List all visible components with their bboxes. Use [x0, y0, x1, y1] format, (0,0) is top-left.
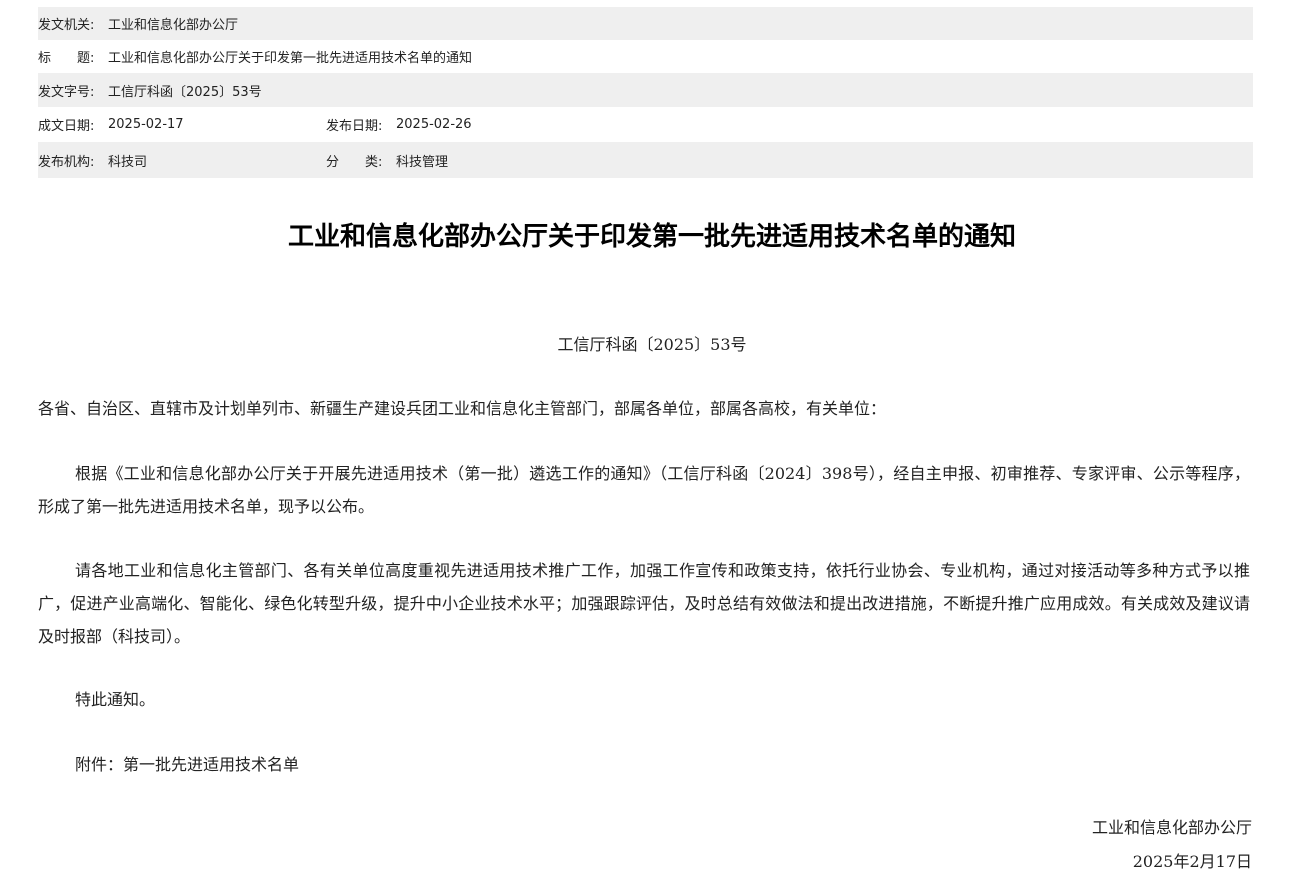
meta-row-publisher: 发布机构: 科技司 分 类: 科技管理 — [38, 142, 1253, 178]
doc-number-label: 发文字号: — [38, 84, 95, 100]
title-value: 工业和信息化部办公厅关于印发第一批先进适用技术名单的通知 — [108, 51, 473, 66]
document-metadata-table: 发文机关: 工业和信息化部办公厅 标 题: 工业和信息化部办公厅关于印发第一批先… — [38, 7, 1253, 178]
meta-row-issuer: 发文机关: 工业和信息化部办公厅 — [38, 7, 1253, 40]
publish-date-label: 发布日期: — [326, 119, 383, 134]
meta-row-title: 标 题: 工业和信息化部办公厅关于印发第一批先进适用技术名单的通知 — [38, 40, 1253, 73]
signature-organization: 工业和信息化部办公厅 — [1091, 818, 1252, 837]
publisher-cell: 发布机构: 科技司 — [38, 151, 326, 170]
body-paragraph: 请各地工业和信息化主管部门、各有关单位高度重视先进适用技术推广工作，加强工作宣传… — [38, 561, 1250, 646]
body-paragraph: 根据《工业和信息化部办公厅关于开展先进适用技术（第一批）遴选工作的通知》（工信厅… — [38, 464, 1250, 516]
category-label: 分 类: — [326, 154, 383, 170]
closing-paragraph: 特此通知。 — [75, 690, 156, 709]
meta-row-dates: 成文日期: 2025-02-17 发布日期: 2025-02-26 — [38, 107, 1253, 142]
publish-date-cell: 发布日期: 2025-02-26 — [326, 115, 472, 134]
document-number: 工信厅科函〔2025〕53号 — [557, 335, 747, 354]
publisher-label: 发布机构: — [38, 154, 95, 170]
document-title: 工业和信息化部办公厅关于印发第一批先进适用技术名单的通知 — [287, 222, 1016, 252]
title-label: 标 题: — [38, 51, 95, 66]
issuer-label: 发文机关: — [38, 18, 95, 33]
issuer-value: 工业和信息化部办公厅 — [108, 18, 239, 33]
category-cell: 分 类: 科技管理 — [326, 151, 448, 170]
meta-row-doc-number: 发文字号: 工信厅科函〔2025〕53号 — [38, 73, 1253, 107]
salutation: 各省、自治区、直辖市及计划单列市、新疆生产建设兵团工业和信息化主管部门，部属各单… — [38, 399, 887, 418]
written-date-cell: 成文日期: 2025-02-17 — [38, 115, 326, 134]
written-date-label: 成文日期: — [38, 119, 95, 134]
publisher-value: 科技司 — [108, 154, 148, 170]
publish-date-value: 2025-02-26 — [396, 117, 472, 132]
written-date-value: 2025-02-17 — [108, 117, 184, 132]
doc-number-value: 工信厅科函〔2025〕53号 — [108, 84, 262, 100]
signature-date: 2025年2月17日 — [1132, 852, 1252, 871]
category-value: 科技管理 — [396, 154, 449, 170]
attachment-line: 附件：第一批先进适用技术名单 — [75, 755, 300, 774]
